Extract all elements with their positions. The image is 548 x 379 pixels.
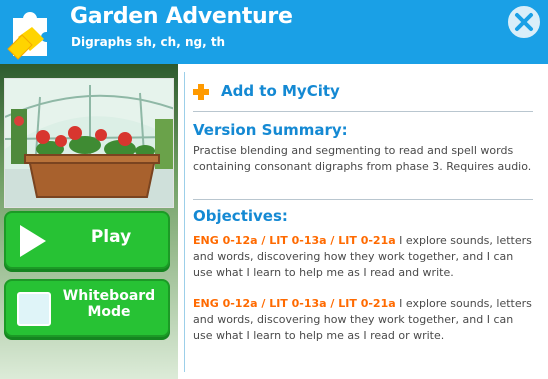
objectives-heading: Objectives: <box>193 207 288 225</box>
divider <box>193 199 533 200</box>
version-summary-text: Practise blending and segmenting to read… <box>193 144 532 173</box>
whiteboard-mode-label: Whiteboard Mode <box>52 288 166 320</box>
puzzle-piece-icon <box>7 12 47 60</box>
add-to-mycity-link[interactable]: Add to MyCity <box>221 82 340 100</box>
play-button-label: Play <box>90 227 132 247</box>
activity-details: Add to MyCity Version Summary: Practise … <box>193 64 533 379</box>
activity-sidebar: Play Whiteboard Mode <box>0 64 178 379</box>
whiteboard-label-line1: Whiteboard <box>62 288 156 304</box>
objective-item: ENG 0-12a / LIT 0-13a / LIT 0-21a I expl… <box>193 296 533 344</box>
activity-modal: Garden Adventure Digraphs sh, ch, ng, th <box>0 0 548 379</box>
modal-header: Garden Adventure Digraphs sh, ch, ng, th <box>0 0 548 64</box>
activity-title: Garden Adventure <box>70 4 293 29</box>
curriculum-code: ENG 0-12a / LIT 0-13a / LIT 0-21a <box>193 297 396 310</box>
activity-thumbnail <box>4 78 174 208</box>
curriculum-code: ENG 0-12a / LIT 0-13a / LIT 0-21a <box>193 234 396 247</box>
greenhouse-image <box>5 79 173 207</box>
play-button[interactable]: Play <box>4 211 170 269</box>
version-summary-heading: Version Summary: <box>193 121 348 139</box>
objective-item: ENG 0-12a / LIT 0-13a / LIT 0-21a I expl… <box>193 233 533 281</box>
close-icon <box>515 13 533 31</box>
divider <box>193 111 533 112</box>
whiteboard-label-line2: Mode <box>87 304 131 320</box>
whiteboard-mode-button[interactable]: Whiteboard Mode <box>4 279 170 337</box>
close-button[interactable] <box>505 3 543 41</box>
play-icon <box>20 225 46 257</box>
plus-icon[interactable] <box>193 84 209 100</box>
column-divider <box>184 72 185 372</box>
activity-subtitle: Digraphs sh, ch, ng, th <box>71 35 226 49</box>
modal-body: Play Whiteboard Mode Add to MyCity Versi… <box>0 64 548 379</box>
whiteboard-icon <box>17 292 51 326</box>
